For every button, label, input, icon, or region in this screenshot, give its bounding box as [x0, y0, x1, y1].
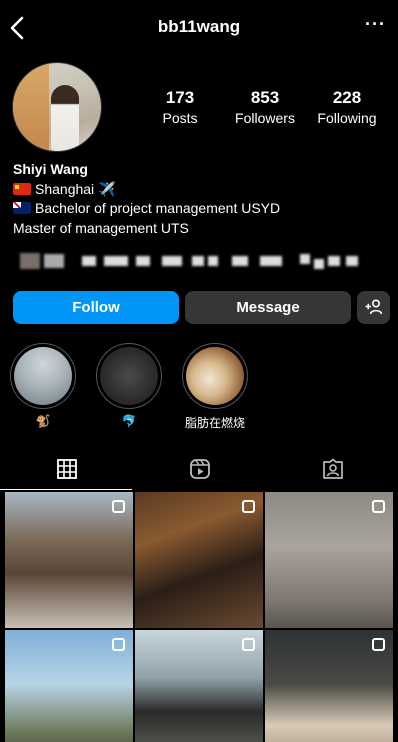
followers-count: 853 [250, 88, 280, 107]
bio-line-location: Shanghai ✈️ [13, 180, 383, 200]
multi-photo-icon [372, 638, 385, 651]
highlight-ring [96, 343, 162, 409]
post-6[interactable] [265, 630, 393, 742]
following-count: 228 [332, 88, 362, 107]
stat-following[interactable]: 228 Following [312, 88, 382, 126]
highlight-ring [182, 343, 248, 409]
multi-photo-icon [242, 638, 255, 651]
bio-location-text: Shanghai [35, 180, 95, 197]
multi-photo-icon [112, 500, 125, 513]
posts-label: Posts [162, 110, 198, 126]
multi-photo-icon [112, 638, 125, 651]
post-4[interactable] [5, 630, 133, 742]
australia-flag-icon [13, 202, 31, 214]
top-bar: bb11wang ··· [0, 0, 398, 56]
highlight-2[interactable]: 🐬 [96, 343, 162, 428]
post-5[interactable] [135, 630, 263, 742]
highlight-caption-1: 🐒 [35, 414, 51, 428]
multi-photo-icon [242, 500, 255, 513]
post-1[interactable] [5, 492, 133, 628]
follow-button[interactable]: Follow [13, 291, 179, 324]
profile-handle: bb11wang [157, 17, 241, 36]
tab-grid[interactable] [0, 450, 132, 490]
highlight-caption-2: 🐬 [121, 414, 137, 428]
profile-avatar[interactable] [12, 62, 102, 152]
posts-grid [5, 492, 393, 742]
highlight-ring [10, 343, 76, 409]
avatar-background [13, 63, 49, 151]
highlight-cover-1 [14, 347, 72, 405]
reels-icon [190, 459, 210, 479]
bio-line-bachelor: Bachelor of project management USYD [13, 199, 383, 219]
post-2[interactable] [135, 492, 263, 628]
highlight-3[interactable]: 脂肪在燃烧 [182, 343, 248, 431]
post-3[interactable] [265, 492, 393, 628]
profile-bio: Shiyi Wang Shanghai ✈️ Bachelor of proje… [13, 160, 383, 238]
highlight-cover-3 [186, 347, 244, 405]
bio-bachelor-text: Bachelor of project management USYD [35, 200, 281, 216]
add-person-icon [365, 299, 382, 315]
stat-posts[interactable]: 173 Posts [152, 88, 208, 126]
tab-tagged[interactable] [266, 450, 398, 490]
profile-tabs [0, 450, 398, 490]
avatar-person [51, 85, 79, 151]
message-button[interactable]: Message [185, 291, 351, 324]
followers-label: Followers [235, 110, 295, 126]
posts-count: 173 [165, 88, 195, 107]
following-label: Following [317, 110, 377, 126]
airplane-icon: ✈️ [98, 180, 116, 197]
add-person-button[interactable] [357, 291, 390, 324]
more-horizontal-icon[interactable]: ··· [365, 14, 386, 35]
profile-stats: 173 Posts 853 Followers 228 Following [152, 88, 376, 128]
profile-name: Shiyi Wang [13, 161, 88, 177]
tagged-icon [323, 458, 343, 479]
multi-photo-icon [372, 500, 385, 513]
stat-followers[interactable]: 853 Followers [230, 88, 300, 126]
tab-reels[interactable] [133, 450, 265, 490]
grid-icon [57, 459, 77, 479]
highlight-cover-2 [100, 347, 158, 405]
highlight-caption-3: 脂肪在燃烧 [184, 416, 245, 430]
china-flag-icon [13, 182, 31, 195]
bio-line-master: Master of management UTS [13, 219, 189, 236]
highlight-1[interactable]: 🐒 [10, 343, 76, 428]
redacted-text [20, 252, 360, 274]
